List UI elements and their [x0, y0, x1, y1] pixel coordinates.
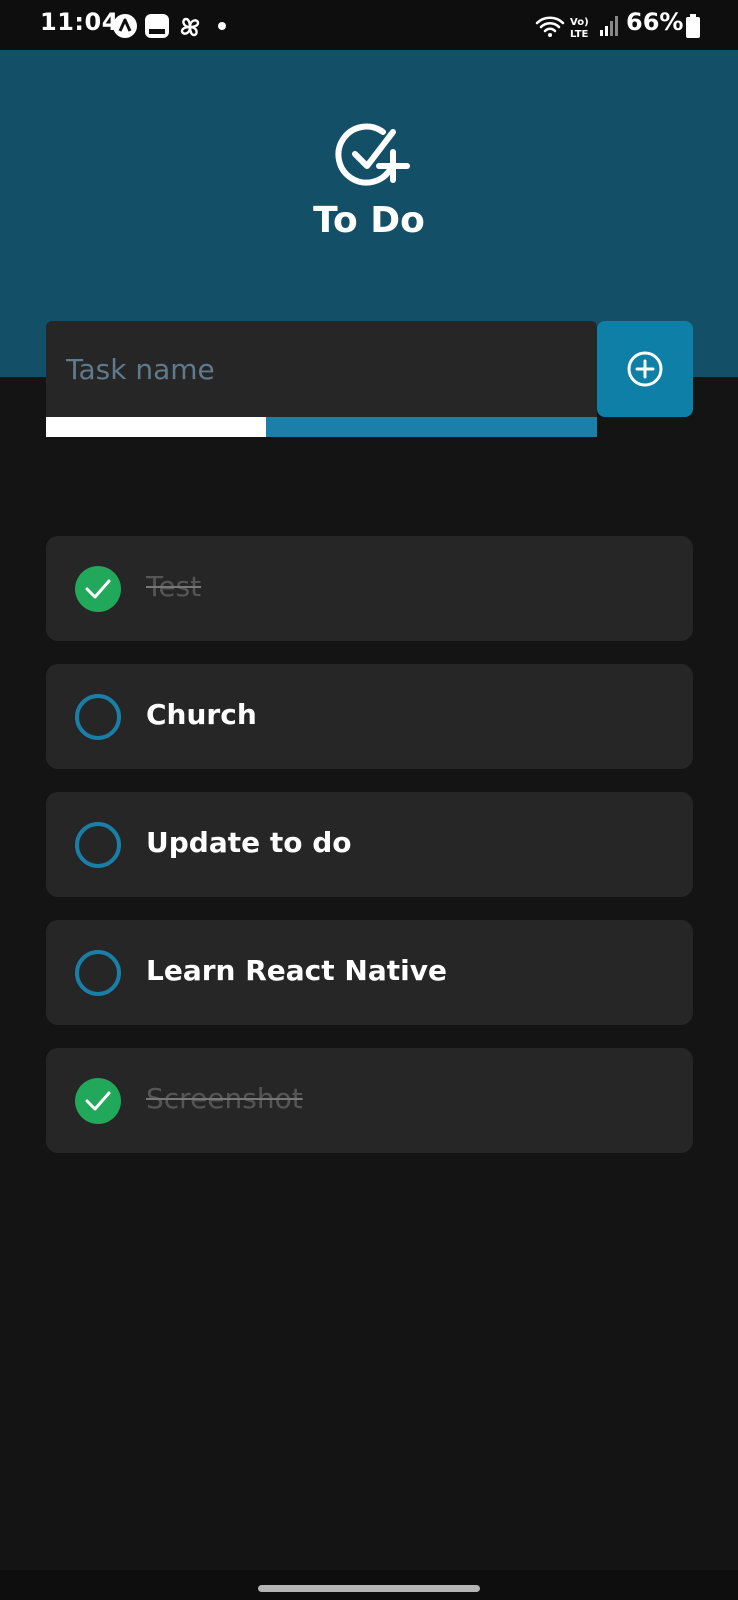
task-pending-toggle[interactable] — [75, 694, 121, 740]
signal-icon — [598, 14, 620, 42]
status-bar: 11:04 Vo) LTE 66% — [0, 0, 738, 50]
task-done-toggle[interactable] — [75, 1078, 121, 1124]
check-circle-plus-icon — [333, 118, 413, 190]
task-pending-toggle[interactable] — [75, 950, 121, 996]
task-label: Test — [146, 570, 202, 603]
battery-icon — [686, 14, 700, 42]
plus-circle-icon — [627, 351, 663, 387]
input-underline — [46, 417, 266, 437]
app-a-icon — [112, 13, 138, 43]
battery-percent: 66% — [626, 8, 684, 36]
check-icon — [85, 1091, 111, 1111]
app-title: To Do — [313, 200, 425, 241]
task-name-input[interactable] — [46, 321, 597, 417]
svg-text:LTE: LTE — [570, 29, 589, 40]
check-icon — [85, 579, 111, 599]
task-done-toggle[interactable] — [75, 566, 121, 612]
wifi-icon — [534, 14, 566, 44]
status-time: 11:04 — [40, 8, 119, 36]
task-label: Learn React Native — [146, 954, 447, 987]
volte-icon: Vo) LTE — [568, 14, 594, 44]
app-b-icon — [144, 13, 170, 43]
task-input-container — [46, 321, 597, 437]
task-list: Test Church Update to do Learn React Nat… — [46, 536, 693, 1176]
task-item[interactable]: Update to do — [46, 792, 693, 897]
input-underline-accent — [266, 417, 597, 437]
pinwheel-icon — [176, 13, 204, 45]
navigation-bar — [0, 1570, 738, 1600]
task-label: Church — [146, 698, 257, 731]
task-item[interactable]: Test — [46, 536, 693, 641]
task-label: Update to do — [146, 826, 352, 859]
task-item[interactable]: Screenshot — [46, 1048, 693, 1153]
dot-icon — [218, 22, 226, 30]
home-indicator[interactable] — [258, 1585, 480, 1592]
task-label: Screenshot — [146, 1082, 303, 1115]
task-item[interactable]: Learn React Native — [46, 920, 693, 1025]
add-task-button[interactable] — [597, 321, 693, 417]
task-item[interactable]: Church — [46, 664, 693, 769]
svg-text:Vo): Vo) — [570, 17, 589, 28]
task-pending-toggle[interactable] — [75, 822, 121, 868]
